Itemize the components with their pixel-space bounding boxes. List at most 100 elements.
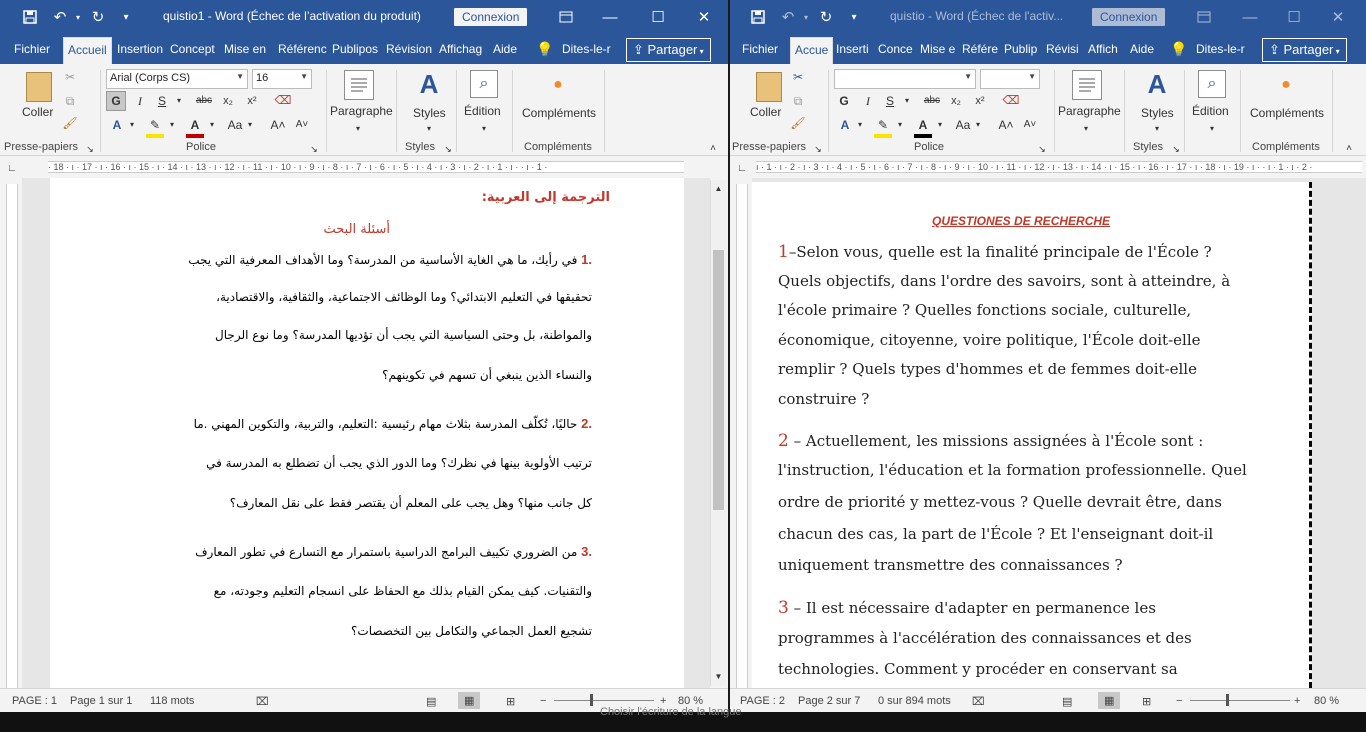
page-count[interactable]: Page 1 sur 1 (70, 695, 132, 707)
font-name-field[interactable]: ▼ (834, 69, 976, 89)
minimize-icon[interactable]: — (1238, 0, 1262, 34)
copy-icon[interactable]: ⧉ (790, 92, 806, 110)
tab-affichage[interactable]: Affich (1088, 34, 1118, 64)
read-mode-icon[interactable]: ▤ (1062, 695, 1072, 708)
tab-selector-icon[interactable]: ∟ (6, 160, 18, 178)
customize-toolbar-icon[interactable]: ▾ (844, 0, 864, 34)
addins-label[interactable]: Compléments (522, 106, 596, 120)
word-count[interactable]: 118 mots (150, 695, 194, 707)
cut-icon[interactable]: ✂ (790, 68, 806, 86)
zoom-level[interactable]: 80 % (1314, 695, 1339, 707)
share-button[interactable]: ⇪ Partager ▾ (626, 38, 711, 62)
horizontal-ruler[interactable]: ∟ ı · 1 · ı · 2 · ı · 3 · ı · 4 · ı · 5 … (730, 156, 1366, 178)
scroll-down-icon[interactable]: ▼ (713, 668, 724, 686)
lightbulb-icon[interactable]: 💡 (536, 34, 553, 64)
redo-icon[interactable]: ↻ (814, 0, 838, 34)
undo-icon[interactable]: ↶ (776, 0, 800, 34)
zoom-out-icon[interactable]: − (1176, 695, 1182, 707)
tell-me-input[interactable]: Dites-le-r (562, 34, 611, 64)
close-icon[interactable]: ✕ (692, 0, 716, 34)
share-button[interactable]: ⇪ Partager ▾ (1262, 38, 1347, 62)
undo-icon[interactable]: ↶ (48, 0, 72, 34)
page-indicator[interactable]: PAGE : 2 (740, 695, 785, 707)
tab-mise-en-page[interactable]: Mise e (920, 34, 955, 64)
paragraph-icon[interactable] (344, 70, 374, 100)
subscript-button[interactable]: x₂ (220, 92, 236, 110)
chevron-down-icon[interactable]: ▾ (174, 92, 184, 110)
superscript-button[interactable]: x² (972, 92, 988, 110)
font-color-icon[interactable]: A (186, 116, 204, 138)
font-size-field[interactable]: ▼ (980, 69, 1040, 89)
text-effects-icon[interactable]: A (836, 116, 854, 134)
chevron-down-icon[interactable]: ▾ (353, 120, 363, 138)
chevron-down-icon[interactable]: ▾ (207, 116, 217, 134)
chevron-down-icon[interactable]: ▾ (1207, 120, 1217, 138)
chevron-down-icon[interactable]: ▾ (245, 116, 255, 134)
change-case-icon[interactable]: Aa (224, 116, 246, 134)
lightbulb-icon[interactable]: 💡 (1170, 34, 1187, 64)
tab-publipostage[interactable]: Publipos (332, 34, 378, 64)
grow-font-icon[interactable]: A˄ (270, 116, 286, 134)
search-icon[interactable]: ⌕ (1198, 70, 1226, 98)
underline-button[interactable]: S (154, 92, 170, 110)
paragraph-label[interactable]: Paragraphe (1058, 104, 1121, 118)
copy-icon[interactable]: ⧉ (62, 92, 78, 110)
clear-formatting-icon[interactable]: ⌫ (1002, 91, 1020, 109)
chevron-down-icon[interactable]: ▾ (935, 116, 945, 134)
font-size-field[interactable]: 16 ▼ (252, 69, 312, 89)
vertical-scrollbar[interactable]: ▲ ▼ (710, 180, 726, 686)
grow-font-icon[interactable]: A˄ (998, 116, 1014, 134)
shrink-font-icon[interactable]: A˅ (294, 116, 310, 134)
print-layout-icon[interactable]: ▦ (1098, 692, 1121, 709)
undo-dropdown-icon[interactable]: ▾ (72, 0, 84, 34)
chevron-down-icon[interactable]: ▾ (1081, 120, 1091, 138)
tab-insertion[interactable]: Insertion (117, 34, 163, 64)
zoom-in-icon[interactable]: + (1294, 695, 1300, 707)
paste-icon[interactable] (26, 72, 52, 102)
highlight-icon[interactable]: ✎ (874, 116, 892, 138)
search-icon[interactable]: ⌕ (470, 70, 498, 98)
italic-button[interactable]: I (860, 92, 876, 110)
chevron-down-icon[interactable]: ▾ (902, 92, 912, 110)
chevron-down-icon[interactable]: ▾ (895, 116, 905, 134)
document-area[interactable]: QUESTIONES DE RECHERCHE 1–Selon vous, qu… (752, 178, 1366, 688)
tab-fichier[interactable]: Fichier (14, 34, 50, 64)
tell-me-input[interactable]: Dites-le-r (1196, 34, 1245, 64)
bold-button[interactable]: G (836, 92, 852, 110)
chevron-down-icon[interactable]: ▾ (424, 120, 434, 138)
zoom-slider-thumb[interactable] (1226, 694, 1229, 706)
save-icon[interactable] (18, 0, 42, 34)
font-color-icon[interactable]: A (914, 116, 932, 138)
document-area[interactable]: الترجمة إلى العربية: أسئلة البحث .1 في ر… (22, 178, 710, 688)
italic-button[interactable]: I (132, 92, 148, 110)
undo-dropdown-icon[interactable]: ▾ (800, 0, 812, 34)
word-count[interactable]: 0 sur 894 mots (878, 695, 951, 707)
web-layout-icon[interactable]: ⊞ (506, 695, 515, 708)
addins-icon[interactable]: ● (1278, 76, 1294, 93)
page-indicator[interactable]: PAGE : 1 (12, 695, 57, 707)
ribbon-display-icon[interactable] (1192, 0, 1216, 34)
web-layout-icon[interactable]: ⊞ (1142, 695, 1151, 708)
tab-aide[interactable]: Aide (493, 34, 517, 64)
maximize-icon[interactable]: ☐ (1282, 0, 1306, 34)
paste-label[interactable]: Coller (22, 105, 53, 119)
tab-selector-icon[interactable]: ∟ (736, 160, 748, 178)
text-effects-icon[interactable]: A (108, 116, 126, 134)
chevron-down-icon[interactable]: ▾ (1152, 120, 1162, 138)
zoom-out-icon[interactable]: − (540, 695, 546, 707)
print-layout-icon[interactable]: ▦ (458, 692, 481, 709)
document-page[interactable]: الترجمة إلى العربية: أسئلة البحث .1 في ر… (50, 178, 684, 688)
chevron-down-icon[interactable]: ▾ (973, 116, 983, 134)
vertical-ruler[interactable] (730, 178, 752, 688)
tab-publipostage[interactable]: Publip (1004, 34, 1037, 64)
chevron-down-icon[interactable]: ▾ (167, 116, 177, 134)
cut-icon[interactable]: ✂ (62, 68, 78, 86)
addins-label[interactable]: Compléments (1250, 106, 1324, 120)
tab-fichier[interactable]: Fichier (742, 34, 778, 64)
paste-label[interactable]: Coller (750, 105, 781, 119)
highlight-icon[interactable]: ✎ (146, 116, 164, 138)
connexion-button[interactable]: Connexion (1092, 8, 1166, 26)
document-page[interactable]: QUESTIONES DE RECHERCHE 1–Selon vous, qu… (752, 182, 1312, 688)
edition-label[interactable]: Édition (464, 104, 501, 118)
tab-accueil[interactable]: Accue (790, 37, 834, 64)
